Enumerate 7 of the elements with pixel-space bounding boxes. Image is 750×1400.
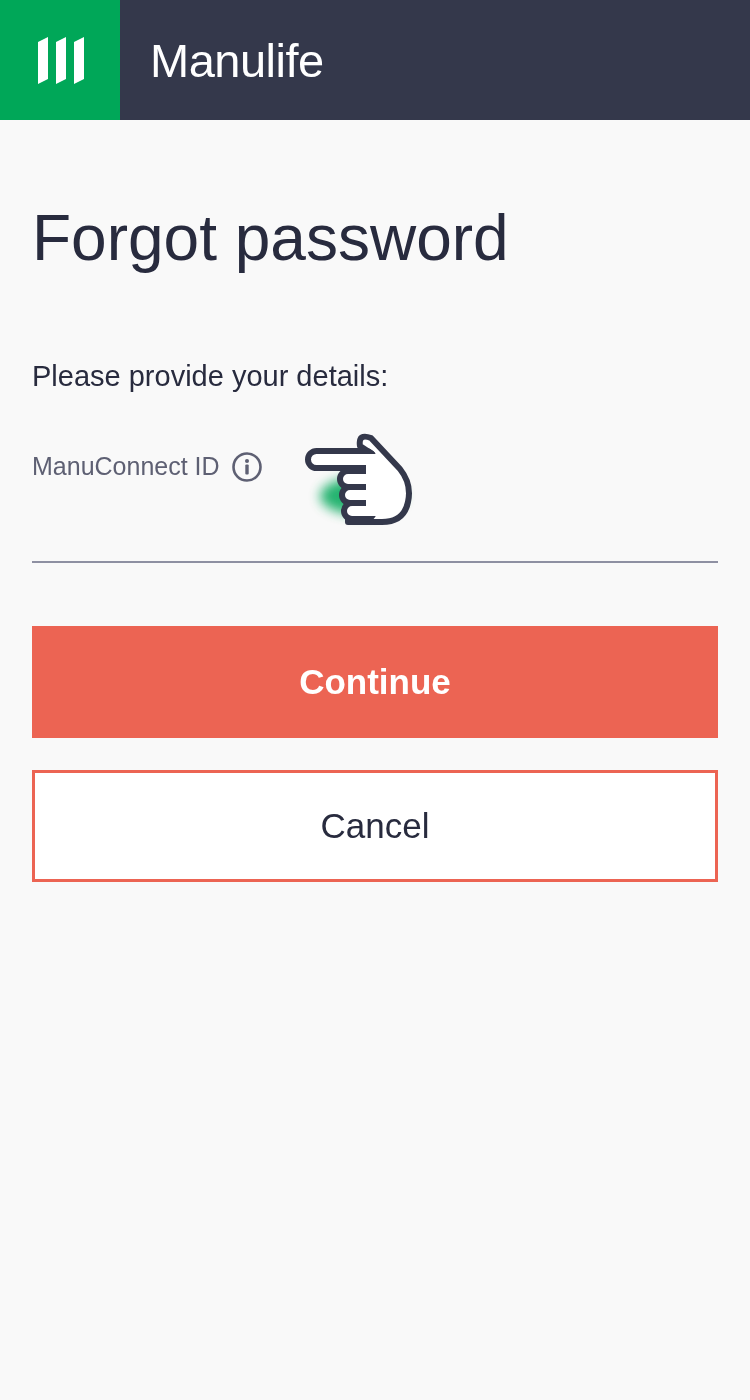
cancel-button[interactable]: Cancel bbox=[32, 769, 718, 882]
field-label: ManuConnect ID bbox=[32, 451, 220, 483]
brand-name: Manulife bbox=[150, 36, 324, 84]
logo-icon bbox=[0, 0, 120, 120]
intro-text: Please provide your details: bbox=[32, 358, 389, 394]
page-title: Forgot password bbox=[32, 201, 509, 276]
info-icon[interactable] bbox=[231, 452, 262, 483]
